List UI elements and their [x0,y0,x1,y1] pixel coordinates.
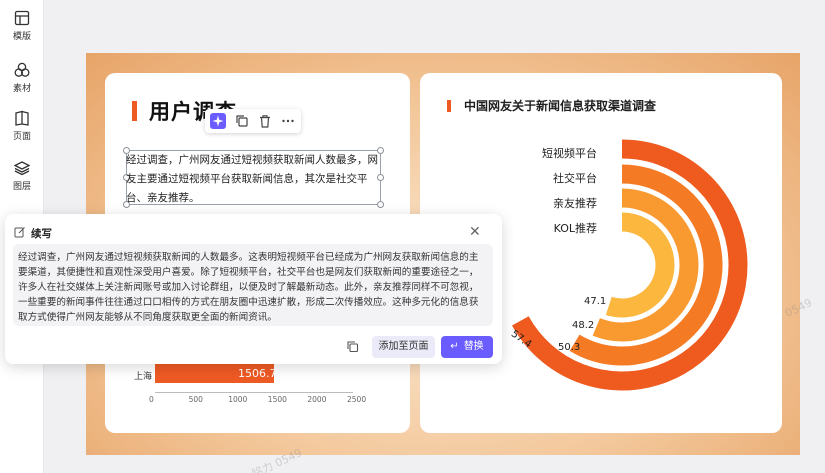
sparkle-icon [212,115,224,127]
sidebar-item-label: 素材 [12,84,31,94]
category-label: 社交平台 [553,172,597,185]
replace-arrow-icon: ↵ [450,341,459,352]
category-label: KOL推荐 [553,222,597,235]
trash-icon [260,115,270,128]
close-icon[interactable]: ✕ [469,224,481,240]
more-icon [282,119,294,123]
duplicate-button[interactable] [234,113,250,129]
sidebar-item-layers[interactable]: 图层 [0,160,44,192]
bar-value-label: 1506.7 [238,367,277,380]
chart-title[interactable]: 中国网友关于新闻信息获取渠道调查 [464,97,656,114]
pages-icon [15,110,29,126]
sidebar-item-assets[interactable]: 素材 [0,62,44,94]
sidebar-item-label: 页面 [12,132,31,142]
edit-icon [14,227,25,238]
replace-button-label: 替换 [463,341,484,352]
value-label: 50.3 [558,342,581,353]
delete-button[interactable] [257,113,273,129]
sidebar-item-label: 图层 [12,182,31,192]
x-tick-label: 2500 [347,395,367,404]
x-tick-label: 500 [188,395,203,404]
generated-text[interactable]: 经过调查，广州网友通过短视频获取新闻的人数最多。这表明短视频平台已经成为广州网友… [18,250,488,325]
more-options-button[interactable] [280,113,296,129]
copy-text-icon[interactable] [346,340,359,353]
category-label: 短视频平台 [542,147,597,160]
value-label: 47.1 [584,296,607,307]
x-tick-label: 2000 [307,395,327,404]
element-toolbar [205,109,301,133]
sidebar-item-pages[interactable]: 页面 [0,110,44,142]
selected-text[interactable]: 经过调查，广州网友通过短视频获取新闻人数最多，网友主要通过短视频平台获取新闻信息… [126,151,381,208]
bar-category-label: 上海 [134,372,153,382]
template-icon [14,10,30,26]
layers-icon [14,161,30,176]
replace-button[interactable]: ↵ 替换 [441,336,493,358]
x-tick-label: 1000 [228,395,248,404]
x-tick-label: 0 [149,395,154,404]
ai-assist-button[interactable] [210,113,226,129]
chart-title-accent [447,100,451,112]
x-axis-line [155,392,353,393]
sidebar-item-label: 模版 [12,32,31,42]
sidebar-item-template[interactable]: 模版 [0,10,44,42]
title-accent-bar [132,101,137,121]
popup-title: 续写 [31,228,52,240]
value-label: 48.2 [572,320,595,331]
copy-icon [236,115,248,127]
assets-icon [14,62,30,77]
category-label: 亲友推荐 [553,197,597,210]
x-tick-label: 1500 [267,395,287,404]
add-to-page-button[interactable]: 添加至页面 [372,336,435,358]
